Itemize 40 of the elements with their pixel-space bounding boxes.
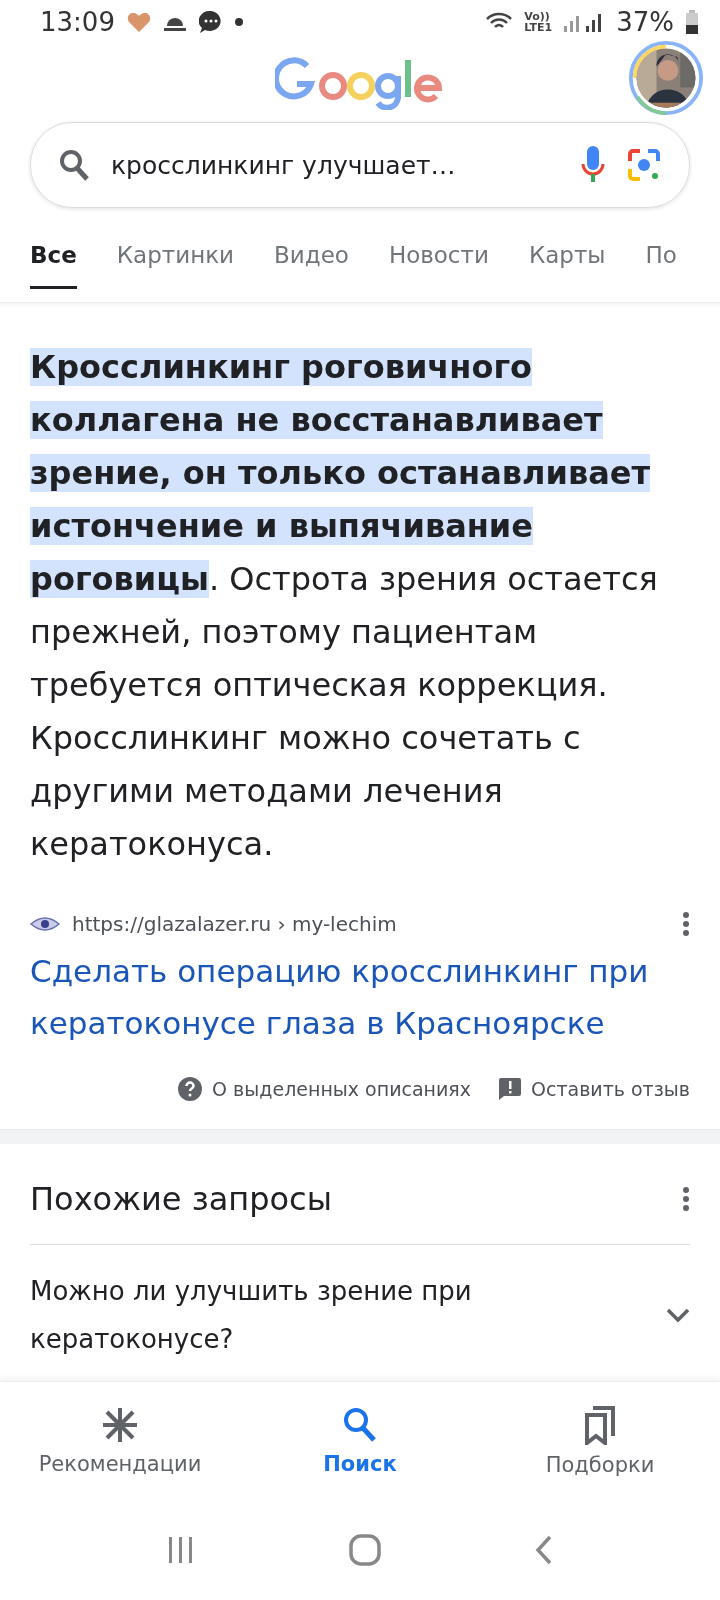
tab[interactable]: По [645,242,677,289]
tab[interactable]: Видео [274,242,349,289]
section-heading: Похожие запросы [30,1180,333,1218]
network-label: LTE1 [524,22,553,33]
nav-tab[interactable]: Рекомендации [0,1382,240,1500]
home-icon[interactable] [349,1534,381,1566]
chevron-icon[interactable] [666,1307,690,1323]
nav-tab[interactable]: Подборки [480,1382,720,1500]
battery-percent: 37% [616,7,674,37]
recent-apps-icon[interactable] [167,1536,195,1564]
result-title-link[interactable]: Сделать операцию кросслинкинг при кератоконусе глаза в Красноярске [30,945,690,1049]
search-icon [59,149,89,181]
message-icon [198,10,223,34]
nav-tab[interactable]: Поиск [240,1382,480,1500]
feedback-link[interactable]: Оставить отзыв [531,1078,690,1100]
bookmarks-icon [583,1405,617,1445]
search-field[interactable]: кросслинкинг улучшает… [30,122,690,208]
featured-snippet-text: Кросслинкинг роговичного коллагена не восстанавливает зрение, он только останавливает истончение и выпячивание роговицы. Острота зрения остается прежней, поэтому пациентам требуется оптическая коррекция. Кросслинкинг можно сочетать с другими методами лечения кератоконуса. [30,347,659,865]
tab[interactable]: Картинки [116,242,234,289]
more-options-icon[interactable] [682,1186,690,1212]
help-icon [178,1077,203,1101]
notification-dot-icon [234,18,243,26]
tab[interactable]: Все [30,242,77,289]
about-snippets-link[interactable]: О выделенных описаниях [212,1078,472,1100]
network-label: Vo)) [524,11,551,22]
eye-icon [30,914,60,934]
feedback-icon [499,1078,522,1100]
heart-icon [126,11,151,33]
more-options-icon[interactable] [682,911,690,937]
related-question[interactable]: Можно ли улучшить зрение при кератоконусе? [30,1267,666,1363]
microphone-icon[interactable] [581,146,605,184]
battery-icon [686,10,698,34]
tab[interactable]: Карты [528,242,606,289]
back-icon[interactable] [535,1535,553,1565]
clock-time: 13:09 [40,7,115,37]
asterisk-icon [101,1406,139,1444]
source-url[interactable]: https://glazalazer.ru › my-lechim [72,912,670,936]
search-icon [342,1406,378,1444]
tab[interactable]: Новости [388,242,489,289]
camera-lens-icon[interactable] [627,148,661,182]
